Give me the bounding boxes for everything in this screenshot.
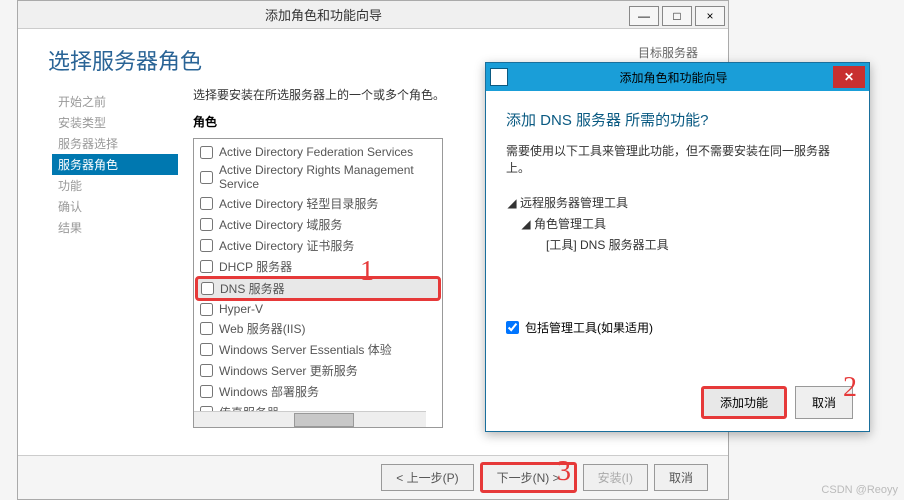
horizontal-scrollbar[interactable] [194,411,426,427]
role-label: Hyper-V [219,302,263,316]
role-checkbox[interactable] [200,146,213,159]
role-row[interactable]: Active Directory 证书服务 [196,235,440,256]
cancel-button[interactable]: 取消 [654,464,708,491]
annotation-2: 2 [843,372,857,404]
role-checkbox[interactable] [201,282,214,295]
features-tree: ◢远程服务器管理工具 ◢角色管理工具 [工具] DNS 服务器工具 [506,188,849,259]
role-checkbox[interactable] [200,385,213,398]
scrollbar-thumb[interactable] [294,413,354,427]
role-row[interactable]: Hyper-V [196,300,440,318]
role-label: Active Directory 轻型目录服务 [219,195,378,212]
tree-root[interactable]: ◢远程服务器管理工具 [506,192,849,213]
tree-root-label: 远程服务器管理工具 [520,194,628,211]
role-row[interactable]: Windows 部署服务 [196,381,440,402]
role-row[interactable]: DHCP 服务器 [196,256,440,277]
wizard-footer: < 上一步(P) 下一步(N) > 安装(I) 取消 [18,455,728,499]
include-tools-label: 包括管理工具(如果适用) [525,319,653,336]
role-label: Windows 部署服务 [219,383,319,400]
wizard-nav: 开始之前 安装类型 服务器选择 服务器角色 功能 确认 结果 [28,81,178,451]
minimize-button[interactable]: — [629,6,659,26]
role-checkbox[interactable] [200,171,213,184]
role-checkbox[interactable] [200,197,213,210]
role-row[interactable]: Active Directory Federation Services [196,143,440,161]
role-label: Windows Server Essentials 体验 [219,341,392,358]
tree-leaf[interactable]: [工具] DNS 服务器工具 [506,234,849,255]
tree-child[interactable]: ◢角色管理工具 [506,213,849,234]
nav-server-roles[interactable]: 服务器角色 [52,154,178,175]
watermark: CSDN @Reoyy [821,484,898,496]
annotation-1: 1 [360,256,374,288]
tree-child-label: 角色管理工具 [534,215,606,232]
nav-confirm[interactable]: 确认 [58,196,178,217]
tree-leaf-label: [工具] DNS 服务器工具 [546,236,669,253]
role-label: Active Directory 证书服务 [219,237,354,254]
role-row[interactable]: Windows Server 更新服务 [196,360,440,381]
roles-listbox[interactable]: Active Directory Federation Services Act… [193,138,443,428]
close-button[interactable]: × [695,6,725,26]
role-checkbox[interactable] [200,260,213,273]
tree-expand-icon[interactable]: ◢ [506,196,518,210]
role-checkbox[interactable] [200,427,213,428]
nav-server-select[interactable]: 服务器选择 [58,133,178,154]
role-checkbox[interactable] [200,303,213,316]
roles-list: Active Directory Federation Services Act… [194,139,442,428]
nav-results[interactable]: 结果 [58,217,178,238]
dialog-icon [490,68,508,86]
dialog-close-button[interactable]: ✕ [833,66,865,88]
dialog-title: 添加角色和功能向导 [514,69,833,86]
role-label: Active Directory 域服务 [219,216,342,233]
dialog-footer: 添加功能 取消 [701,386,853,419]
add-features-button[interactable]: 添加功能 [701,386,787,419]
role-row[interactable]: Windows Server Essentials 体验 [196,339,440,360]
nav-before-begin[interactable]: 开始之前 [58,91,178,112]
tree-expand-icon[interactable]: ◢ [520,217,532,231]
role-row[interactable]: Web 服务器(IIS) [196,318,440,339]
role-label: DHCP 服务器 [219,258,292,275]
page-title: 选择服务器角色 [48,44,202,76]
nav-features[interactable]: 功能 [58,175,178,196]
destination-label: 目标服务器 [619,44,698,61]
prev-button[interactable]: < 上一步(P) [381,464,473,491]
role-checkbox[interactable] [200,322,213,335]
window-controls: — □ × [629,4,728,26]
annotation-3: 3 [557,456,571,488]
main-window-title: 添加角色和功能向导 [18,5,629,24]
role-checkbox[interactable] [200,364,213,377]
role-label: Web 服务器(IIS) [219,320,305,337]
dialog-heading: 添加 DNS 服务器 所需的功能? [506,109,849,130]
nav-install-type[interactable]: 安装类型 [58,112,178,133]
role-checkbox[interactable] [200,239,213,252]
dialog-body: 添加 DNS 服务器 所需的功能? 需要使用以下工具来管理此功能，但不需要安装在… [486,91,869,354]
dialog-titlebar: 添加角色和功能向导 ✕ [486,63,869,91]
role-checkbox[interactable] [200,343,213,356]
role-checkbox[interactable] [200,218,213,231]
include-tools-checkbox[interactable] [506,321,519,334]
role-label: Windows Server 更新服务 [219,362,358,379]
dialog-description: 需要使用以下工具来管理此功能，但不需要安装在同一服务器上。 [506,142,849,176]
add-features-dialog: 添加角色和功能向导 ✕ 添加 DNS 服务器 所需的功能? 需要使用以下工具来管… [485,62,870,432]
maximize-button[interactable]: □ [662,6,692,26]
role-row[interactable]: Active Directory Rights Management Servi… [196,161,440,193]
role-row[interactable]: Active Directory 域服务 [196,214,440,235]
role-row-dns[interactable]: DNS 服务器 [195,276,441,301]
main-titlebar: 添加角色和功能向导 — □ × [18,1,728,29]
role-label: Active Directory Rights Management Servi… [219,163,436,191]
install-button[interactable]: 安装(I) [583,464,648,491]
include-tools-checkbox-row[interactable]: 包括管理工具(如果适用) [506,319,849,336]
role-label: Active Directory Federation Services [219,145,413,159]
role-row[interactable]: Active Directory 轻型目录服务 [196,193,440,214]
role-label: DNS 服务器 [220,280,285,297]
